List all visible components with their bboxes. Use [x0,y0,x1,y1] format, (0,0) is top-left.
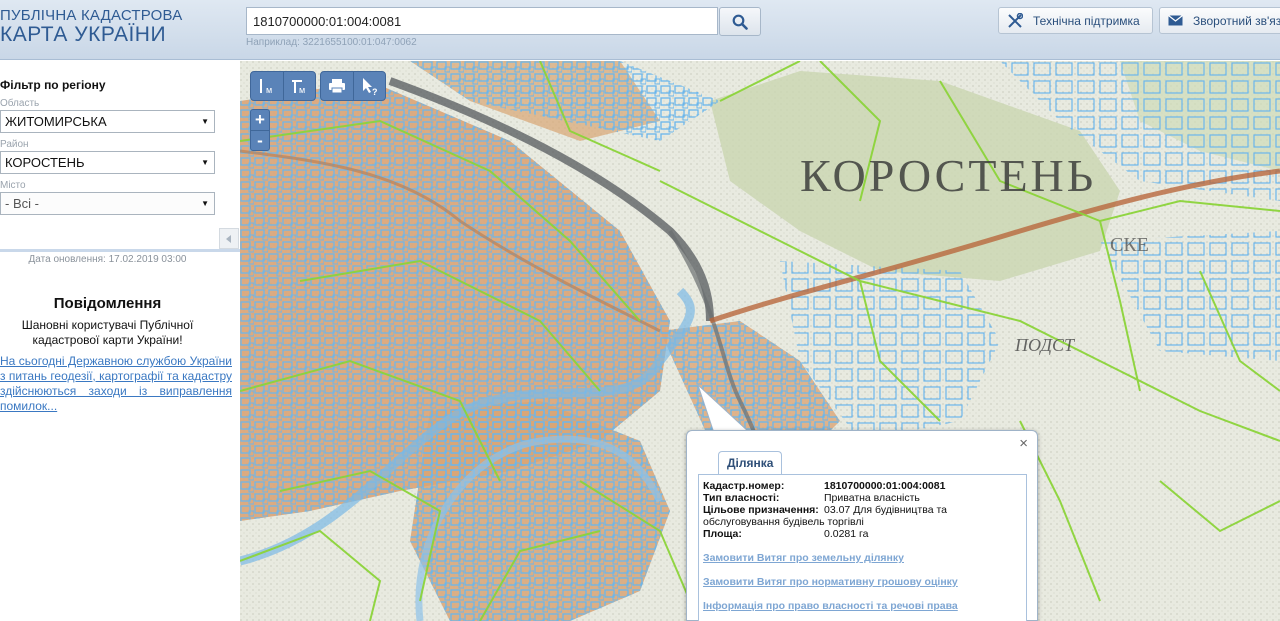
row-value-line1: 03.07 Для будівництва та [824,504,947,516]
rayon-select[interactable]: КОРОСТЕНЬ ▼ [0,151,215,174]
sidebar-divider [0,249,240,252]
tools-icon [1008,12,1023,28]
search-icon [732,14,748,30]
notice-link[interactable]: На сьогодні Державною службою України з … [0,354,232,414]
city-value: - Всі - [5,196,39,211]
chevron-left-icon [226,234,231,243]
pointer-help-icon: ? [362,78,378,96]
filter-title: Фільтр по регіону [0,78,106,92]
collapse-sidebar-button[interactable] [219,228,239,249]
close-icon[interactable]: × [1019,435,1028,452]
measure-area-icon: м [291,80,305,95]
feedback-button[interactable]: Зворотний зв'язок [1159,7,1280,34]
popup-body: Кадастр.номер: 1810700000:01:004:0081 Ти… [698,474,1027,621]
map-label-small: ПОДСТ [1014,335,1076,355]
map-label-town: КОРОСТЕНЬ [800,150,1096,201]
header: ПУБЛІЧНА КАДАСТРОВА КАРТА УКРАЇНИ Наприк… [0,0,1280,60]
city-select[interactable]: - Всі - ▼ [0,192,215,215]
notice-title: Повідомлення [53,295,162,312]
logo-line1: ПУБЛІЧНА КАДАСТРОВА [0,7,183,24]
site-logo[interactable]: ПУБЛІЧНА КАДАСТРОВА КАРТА УКРАЇНИ [0,8,182,46]
map-label-ske: СКЕ [1110,234,1149,256]
feedback-label: Зворотний зв'язок [1193,13,1280,28]
chevron-down-icon: ▼ [201,158,209,167]
map-toolbar: м м ? [250,71,386,101]
search-example: Наприклад: 3221655100:01:047:0062 [246,37,417,48]
measure-length-button[interactable]: м [251,72,283,100]
envelope-icon [1168,15,1183,26]
order-valuation-link[interactable]: Замовити Витяг про нормативну грошову оц… [703,576,958,588]
utility-tool-group: ? [320,71,386,101]
row-value: Приватна власність [824,492,920,504]
row-value: 0.0281 га [824,528,869,540]
ownership-info-link[interactable]: Інформація про право власності та речові… [703,600,958,612]
rayon-value: КОРОСТЕНЬ [5,155,85,170]
identify-button[interactable]: ? [353,72,385,100]
measure-tool-group: м м [250,71,316,101]
oblast-value: ЖИТОМИРСЬКА [5,114,107,129]
zoom-out-button[interactable]: - [251,130,269,150]
app-root: ПУБЛІЧНА КАДАСТРОВА КАРТА УКРАЇНИ Наприк… [0,0,1280,621]
measure-area-button[interactable]: м [283,72,315,100]
print-button[interactable] [321,72,353,100]
rayon-label: Район [0,139,29,150]
search-input[interactable] [246,7,718,35]
svg-text:м: м [299,85,305,95]
printer-icon [329,79,345,94]
search-area: Наприклад: 3221655100:01:047:0062 [246,7,761,48]
row-key: Кадастр.номер: [703,480,785,492]
order-extract-link[interactable]: Замовити Витяг про земельну ділянку [703,552,904,564]
measure-length-icon: м [260,79,272,95]
zoom-in-button[interactable]: + [251,110,269,130]
oblast-label: Область [0,98,40,109]
oblast-select[interactable]: ЖИТОМИРСЬКА ▼ [0,110,215,133]
city-label: Місто [0,180,26,191]
row-purpose-continued: обслуговування будівель торгівлі [703,516,864,528]
popup-pointer [697,384,752,434]
row-key: Площа: [703,528,742,540]
chevron-down-icon: ▼ [201,199,209,208]
row-key: Цільове призначення: [703,504,819,516]
sidebar: Фільтр по регіону Область ЖИТОМИРСЬКА ▼ … [0,61,240,621]
update-date: Дата оновлення: 17.02.2019 03:00 [28,254,187,265]
parcel-popup: × Ділянка Кадастр.номер: 1810700000:01:0… [686,430,1038,621]
search-button[interactable] [719,7,761,36]
tech-support-label: Технічна підтримка [1033,13,1140,28]
tech-support-button[interactable]: Технічна підтримка [998,7,1153,34]
svg-text:м: м [266,85,272,95]
chevron-down-icon: ▼ [201,117,209,126]
notice-greeting: Шановні користувачі Публічної кадастрово… [21,318,194,347]
tab-parcel[interactable]: Ділянка [718,451,783,475]
zoom-control: + - [250,109,270,151]
logo-line2: КАРТА УКРАЇНИ [0,23,167,46]
row-value: 1810700000:01:004:0081 [824,480,946,492]
svg-text:?: ? [372,87,378,96]
row-key: Тип власності: [703,492,780,504]
